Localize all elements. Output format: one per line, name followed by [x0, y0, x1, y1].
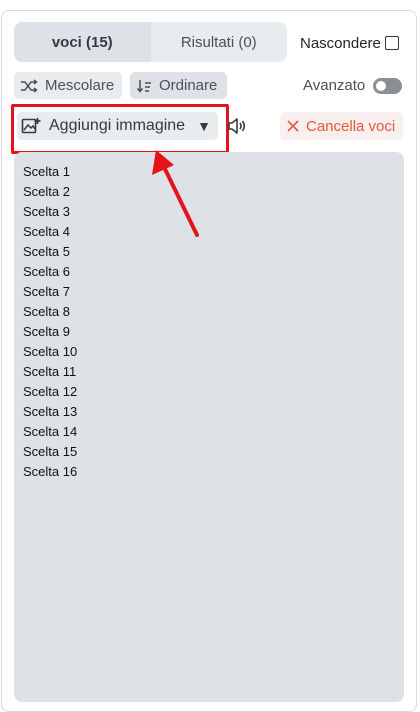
chevron-down-icon: ▼ [197, 118, 211, 134]
list-item: Scelta 13 [23, 404, 78, 419]
list-item: Scelta 9 [23, 324, 70, 339]
sort-button[interactable]: Ordinare [130, 72, 227, 99]
list-item: Scelta 7 [23, 284, 70, 299]
tab-entries[interactable]: voci (15) [14, 22, 151, 62]
list-item: Scelta 1 [23, 164, 70, 179]
tab-bar: voci (15) Risultati (0) [14, 22, 287, 62]
list-item: Scelta 5 [23, 244, 70, 259]
list-item: Scelta 4 [23, 224, 70, 239]
list-item: Scelta 10 [23, 344, 78, 359]
list-item: Scelta 3 [23, 204, 70, 219]
close-icon [286, 119, 300, 133]
clear-entries-label: Cancella voci [306, 117, 396, 135]
list-item: Scelta 6 [23, 264, 70, 279]
advanced-label: Avanzato [303, 77, 366, 94]
list-item: Scelta 14 [23, 424, 78, 439]
sort-icon [136, 78, 152, 94]
add-image-label: Aggiungi immagine [49, 117, 186, 134]
hide-label: Nascondere [300, 34, 381, 52]
advanced-toggle[interactable]: Avanzato [303, 77, 403, 94]
entries-textarea[interactable]: Scelta 1 Scelta 2 Scelta 3 Scelta 4 Scel… [14, 152, 404, 702]
list-item: Scelta 11 [23, 364, 77, 379]
clear-entries-button[interactable]: Cancella voci [280, 112, 403, 140]
shuffle-icon [20, 78, 38, 94]
list-item: Scelta 8 [23, 304, 70, 319]
list-item: Scelta 16 [23, 464, 78, 479]
switch-knob [376, 80, 387, 91]
speaker-icon[interactable] [226, 115, 248, 137]
add-image-icon [21, 117, 41, 135]
shuffle-button[interactable]: Mescolare [14, 72, 122, 99]
list-item: Scelta 12 [23, 384, 78, 399]
shuffle-label: Mescolare [45, 77, 115, 94]
list-item: Scelta 2 [23, 184, 70, 199]
tab-results[interactable]: Risultati (0) [151, 22, 288, 62]
list-item: Scelta 15 [23, 444, 78, 459]
sort-label: Ordinare [159, 77, 218, 94]
hide-checkbox[interactable] [384, 36, 399, 50]
add-image-button[interactable]: Aggiungi immagine ▼ [17, 112, 218, 140]
hide-toggle[interactable]: Nascondere [300, 33, 399, 53]
advanced-switch[interactable] [373, 77, 403, 94]
